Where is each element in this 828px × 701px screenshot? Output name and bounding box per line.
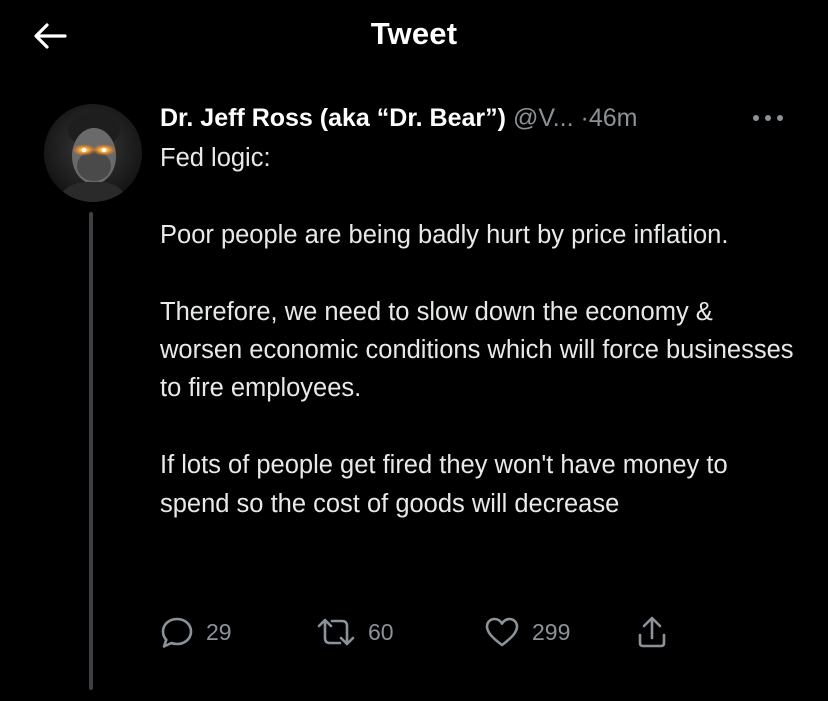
retweet-button[interactable]: 60 [316,614,394,650]
page-title: Tweet [370,16,458,51]
heart-icon [485,617,519,647]
timestamp[interactable]: 46m [589,104,638,132]
share-icon [638,616,666,648]
reply-count: 29 [206,618,232,645]
like-count: 299 [532,618,571,645]
avatar[interactable] [44,104,142,202]
tweet-paragraph: Poor people are being badly hurt by pric… [160,220,729,249]
thread-line [89,212,93,690]
retweet-icon [317,618,355,646]
more-horizontal-icon [753,115,783,121]
tweet-paragraph: If lots of people get fired they won't h… [160,451,728,518]
like-button[interactable]: 299 [484,614,570,650]
retweet-count: 60 [368,618,394,645]
reply-icon [161,617,193,648]
top-bar: Tweet [0,0,828,72]
profile-photo [44,104,142,202]
separator-dot: · [580,104,589,132]
tweet-paragraph: Therefore, we need to slow down the econ… [160,297,794,403]
tweet-header: Dr. Jeff Ross (aka “Dr. Bear”) @V... ·46… [160,100,637,136]
tweet-paragraph: Fed logic: [160,144,271,172]
author-handle[interactable]: @V... [513,104,574,132]
share-button[interactable] [636,614,668,650]
tweet-text: Fed logic: Poor people are being badly h… [160,139,800,523]
more-options-button[interactable] [748,104,788,132]
reply-button[interactable]: 29 [160,614,232,650]
author-name[interactable]: Dr. Jeff Ross (aka “Dr. Bear”) [160,104,506,132]
